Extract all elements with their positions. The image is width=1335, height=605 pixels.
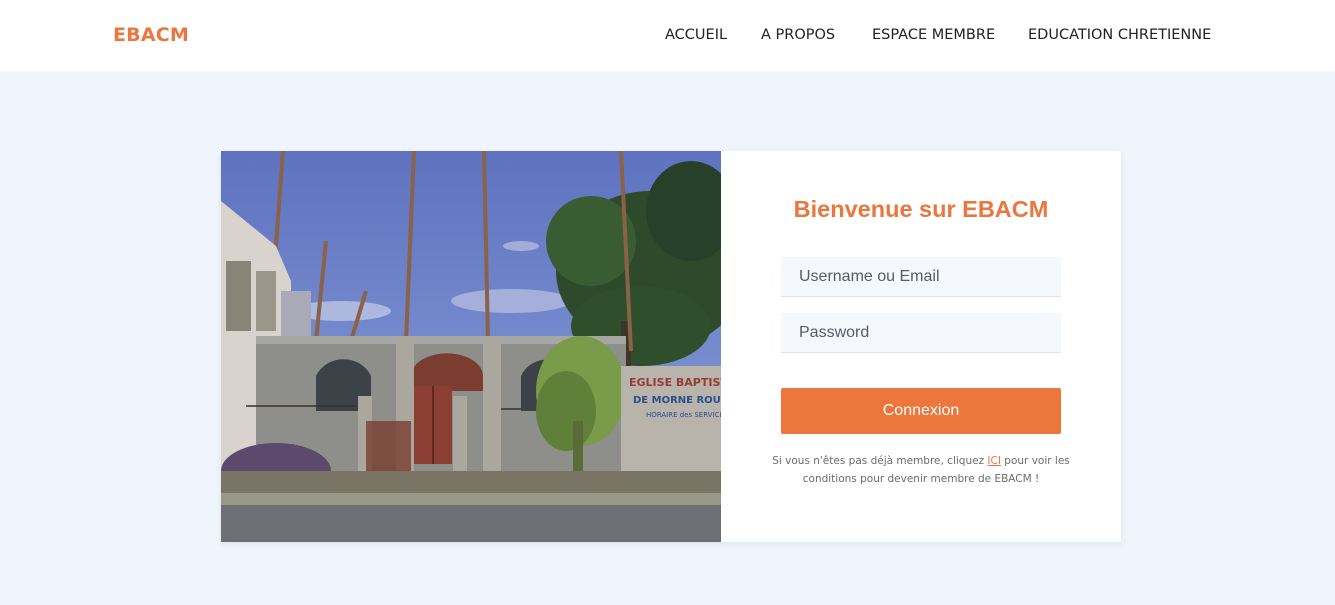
top-navbar: EBACM ACCUEIL A PROPOS ESPACE MEMBRE EDU… (0, 0, 1335, 71)
church-sign-wall: EGLISE BAPTISTE DE MORNE ROUGE HORAIRE d… (621, 366, 721, 481)
login-form-panel: Bienvenue sur EBACM Connexion Si vous n'… (721, 151, 1121, 542)
username-input[interactable] (781, 257, 1061, 297)
road (221, 505, 721, 542)
cloud (503, 241, 539, 251)
connexion-button[interactable]: Connexion (781, 388, 1061, 434)
sign-line-2: DE MORNE ROUGE (633, 395, 721, 406)
nav-link-education-chretienne[interactable]: EDUCATION CHRETIENNE (1028, 27, 1211, 43)
sign-line-3: HORAIRE des SERVICES (646, 411, 721, 419)
sign-line-1: EGLISE BAPTISTE (629, 376, 721, 389)
brand-logo-link[interactable]: EBACM (113, 24, 189, 46)
nav-link-a-propos[interactable]: A PROPOS (761, 27, 835, 43)
sidewalk (221, 493, 721, 505)
membership-note: Si vous n'êtes pas déjà membre, cliquez … (761, 452, 1081, 488)
nav-link-espace-membre[interactable]: ESPACE MEMBRE (872, 27, 995, 43)
login-card: EGLISE BAPTISTE DE MORNE ROUGE HORAIRE d… (221, 151, 1121, 542)
cloud (451, 289, 571, 313)
ici-link[interactable]: ICI (987, 455, 1001, 467)
church-photo: EGLISE BAPTISTE DE MORNE ROUGE HORAIRE d… (221, 151, 721, 542)
password-input[interactable] (781, 313, 1061, 353)
church-photo-illustration: EGLISE BAPTISTE DE MORNE ROUGE HORAIRE d… (221, 151, 721, 542)
nav-link-accueil[interactable]: ACCUEIL (665, 27, 727, 43)
welcome-title: Bienvenue sur EBACM (793, 196, 1049, 222)
note-text-before: Si vous n'êtes pas déjà membre, cliquez (772, 455, 988, 467)
